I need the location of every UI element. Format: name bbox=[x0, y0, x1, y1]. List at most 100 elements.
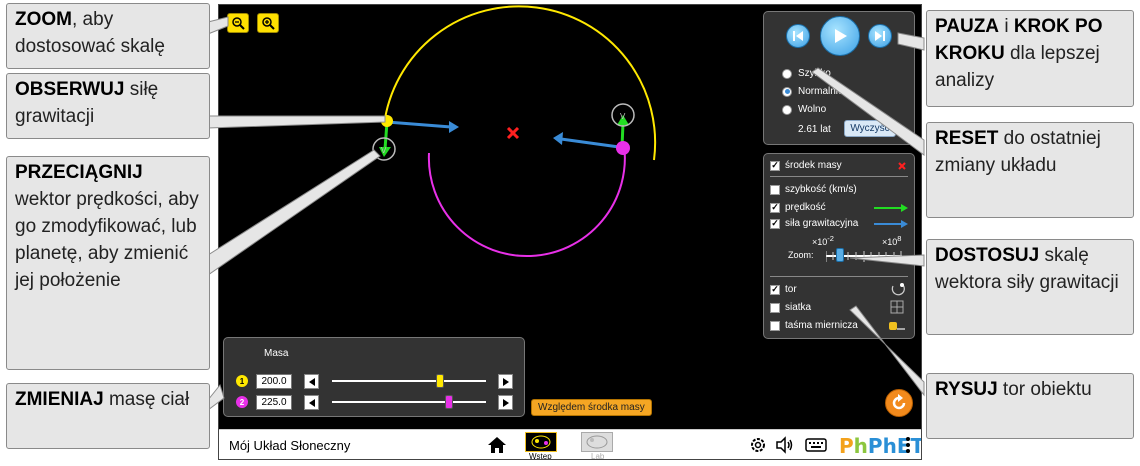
force-zoom-slider-thumb[interactable] bbox=[836, 248, 844, 262]
checkbox-grid[interactable] bbox=[770, 302, 780, 313]
label-velocity: prędkość bbox=[785, 202, 826, 213]
divider bbox=[770, 276, 908, 277]
callout-reset: RESET do ostatniej zmiany układu bbox=[926, 122, 1134, 218]
option-speed[interactable]: szybkość (km/s) bbox=[770, 184, 857, 195]
play-pause-button[interactable] bbox=[820, 16, 860, 56]
step-forward-icon bbox=[875, 31, 885, 41]
speed-radio-normal[interactable] bbox=[782, 86, 792, 97]
screen-intro-label: Wstęp bbox=[529, 452, 552, 460]
body1-mass-value: 200.0 bbox=[256, 374, 292, 389]
clear-button[interactable]: Wyczyść bbox=[844, 120, 896, 137]
zoom-min-label: ×10-2 bbox=[812, 234, 834, 247]
step-forward-button[interactable] bbox=[868, 24, 892, 48]
body2-mass-value: 225.0 bbox=[256, 395, 292, 410]
simulation-area: V V Szybko Normalnie Wolno 2.61 lat Wycz… bbox=[218, 4, 922, 460]
velocity-arrow-icon bbox=[874, 204, 908, 212]
zoom-max-label: ×108 bbox=[882, 234, 902, 247]
body2[interactable] bbox=[616, 141, 630, 155]
gravity-vector-body1 bbox=[386, 120, 459, 133]
label-speed: szybkość (km/s) bbox=[785, 184, 857, 195]
option-velocity[interactable]: ✓ prędkość bbox=[770, 202, 826, 213]
svg-text:V: V bbox=[620, 112, 626, 121]
speed-option-normal[interactable]: Normalnie bbox=[782, 86, 844, 97]
gravity-vector-body2 bbox=[553, 132, 620, 149]
play-icon bbox=[835, 29, 847, 43]
label-measuring-tape: taśma miernicza bbox=[785, 320, 858, 331]
body2-mass-slider-thumb[interactable] bbox=[445, 395, 454, 409]
callout-pause-step: PAUZA i KROK PO KROKU dla lepszej analiz… bbox=[926, 10, 1134, 107]
reset-all-button[interactable] bbox=[885, 389, 913, 417]
navigation-bar: Mój Układ Słoneczny Wstęp Lab PhPhET bbox=[219, 429, 921, 460]
gravity-arrow-icon bbox=[874, 220, 908, 228]
body1-mass-slider-thumb[interactable] bbox=[435, 374, 444, 388]
measuring-tape-icon bbox=[889, 322, 905, 330]
checkbox-velocity[interactable]: ✓ bbox=[770, 202, 780, 213]
triangle-left-icon bbox=[308, 398, 315, 407]
svg-text:V: V bbox=[381, 146, 387, 155]
option-gravity-force[interactable]: ✓ siła grawitacyjna bbox=[770, 218, 858, 229]
speed-radio-fast[interactable] bbox=[782, 68, 792, 79]
screen-intro-tile[interactable] bbox=[525, 432, 557, 452]
option-path[interactable]: ✓ tor bbox=[770, 284, 797, 295]
label-center-of-mass: środek masy bbox=[785, 160, 842, 171]
keyboard-icon[interactable] bbox=[805, 436, 827, 454]
body2-badge: 2 bbox=[236, 396, 248, 408]
body1-badge: 1 bbox=[236, 375, 248, 387]
center-of-mass-marker bbox=[506, 126, 520, 140]
callout-observe-gravity: OBSERWUJ siłę grawitacji bbox=[6, 73, 210, 139]
grid-icon bbox=[890, 300, 904, 314]
speed-label-slow: Wolno bbox=[798, 104, 827, 115]
body1-mass-decrease[interactable] bbox=[304, 374, 319, 389]
restart-button[interactable] bbox=[786, 24, 810, 48]
option-grid[interactable]: siatka bbox=[770, 302, 811, 313]
option-measuring-tape[interactable]: taśma miernicza bbox=[770, 320, 858, 331]
body1-mass-increase[interactable] bbox=[498, 374, 513, 389]
speed-option-slow[interactable]: Wolno bbox=[782, 104, 826, 115]
speed-option-fast[interactable]: Szybko bbox=[782, 68, 831, 79]
body1[interactable] bbox=[381, 115, 393, 127]
checkbox-center-of-mass[interactable]: ✓ bbox=[770, 160, 780, 171]
path-icon bbox=[891, 283, 905, 296]
label-gravity-force: siła grawitacyjna bbox=[785, 218, 859, 229]
speed-label-normal: Normalnie bbox=[798, 86, 844, 97]
checkbox-speed[interactable] bbox=[770, 184, 780, 195]
home-icon[interactable] bbox=[487, 436, 507, 454]
triangle-left-icon bbox=[308, 377, 315, 386]
lab-screen-icon bbox=[586, 435, 608, 449]
mass-panel: Masa 1 200.0 2 225.0 bbox=[223, 337, 525, 417]
checkbox-gravity-force[interactable]: ✓ bbox=[770, 218, 780, 229]
sim-title: Mój Układ Słoneczny bbox=[229, 438, 351, 453]
zoom-out-button[interactable] bbox=[227, 13, 249, 33]
intro-screen-icon bbox=[531, 435, 551, 449]
menu-dots-icon[interactable] bbox=[905, 436, 911, 454]
callout-zoom: ZOOM, aby dostosować skalę bbox=[6, 3, 210, 69]
center-of-mass-frame-button[interactable]: Względem środka masy bbox=[531, 399, 652, 416]
reset-icon bbox=[892, 394, 906, 410]
callout-drag: PRZECIĄGNIJ wektor prędkości, aby go zmo… bbox=[6, 156, 210, 370]
speed-label-fast: Szybko bbox=[798, 68, 831, 79]
center-of-mass-icon bbox=[898, 162, 906, 170]
body1-mass-slider-track[interactable] bbox=[332, 380, 486, 382]
option-center-of-mass[interactable]: ✓ środek masy bbox=[770, 160, 842, 171]
gear-icon[interactable] bbox=[749, 436, 767, 454]
triangle-right-icon bbox=[502, 377, 509, 386]
body2-mass-decrease[interactable] bbox=[304, 395, 319, 410]
checkbox-measuring-tape[interactable] bbox=[770, 320, 780, 331]
body2-mass-slider-track[interactable] bbox=[332, 401, 486, 403]
magnifier-plus-icon bbox=[262, 17, 275, 30]
sound-icon[interactable] bbox=[775, 436, 795, 454]
zoom-in-button[interactable] bbox=[257, 13, 279, 33]
body2-mass-increase[interactable] bbox=[498, 395, 513, 410]
velocity-vector-body2[interactable]: V bbox=[611, 103, 635, 148]
rewind-icon bbox=[793, 31, 803, 41]
screen-lab-tile[interactable] bbox=[581, 432, 613, 452]
speed-radio-slow[interactable] bbox=[782, 104, 792, 115]
screen-lab-label: Lab bbox=[591, 452, 605, 460]
triangle-right-icon bbox=[502, 398, 509, 407]
velocity-vector-body1[interactable]: V bbox=[372, 121, 396, 161]
magnifier-minus-icon bbox=[232, 17, 245, 30]
label-grid: siatka bbox=[785, 302, 812, 313]
zoom-label: Zoom: bbox=[788, 250, 814, 260]
checkbox-path[interactable]: ✓ bbox=[770, 284, 780, 295]
label-path: tor bbox=[785, 284, 797, 295]
